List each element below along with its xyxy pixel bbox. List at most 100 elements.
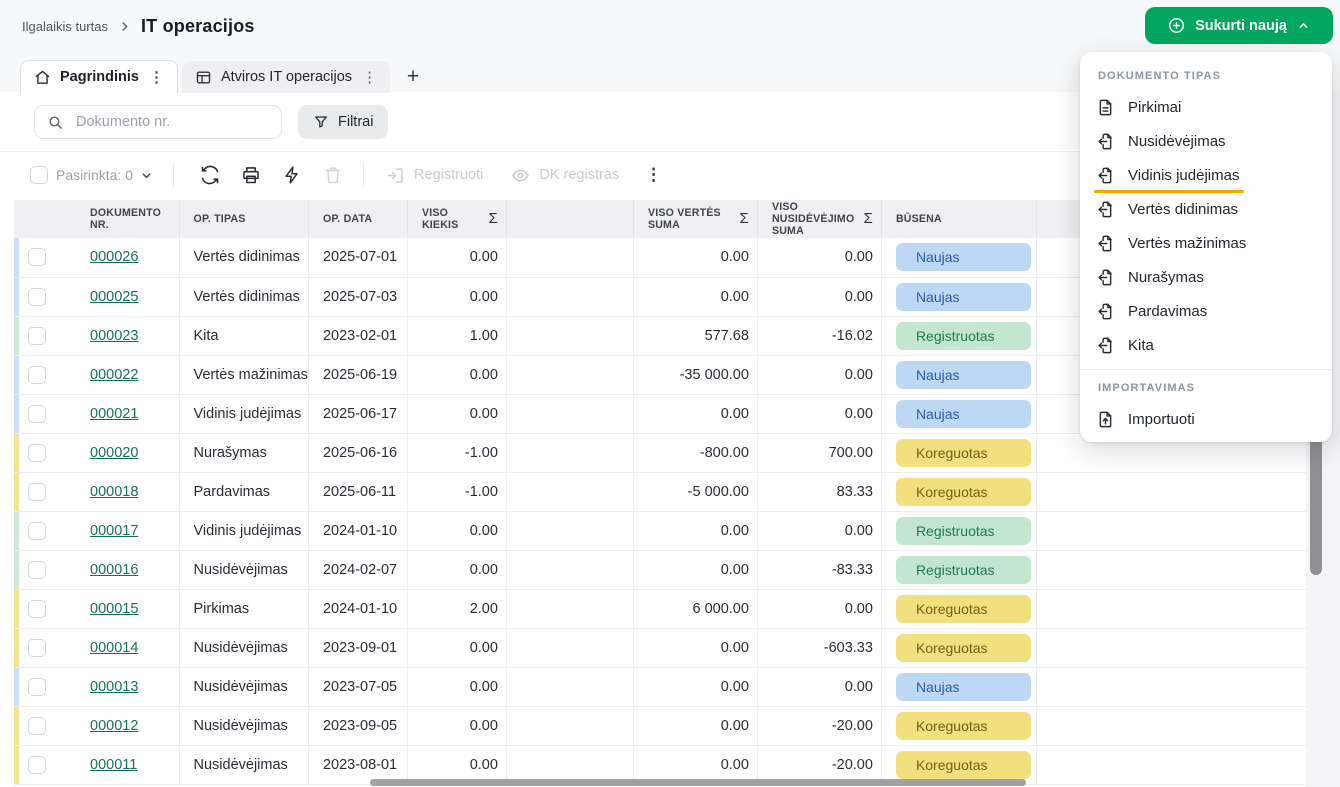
spacer-cell xyxy=(1036,472,1316,511)
op-date-cell: 2025-07-01 xyxy=(308,238,407,277)
column-header-busena[interactable]: BŪSENA xyxy=(881,200,1036,238)
menu-item-pardavimas[interactable]: Pardavimas xyxy=(1080,294,1332,328)
sum-button[interactable]: Σ xyxy=(488,213,497,225)
row-checkbox[interactable] xyxy=(28,522,46,540)
filters-button[interactable]: Filtrai xyxy=(298,105,388,139)
value-sum-cell: 0.00 xyxy=(633,667,757,706)
menu-item-nusid-v-jimas[interactable]: Nusidėvėjimas xyxy=(1080,124,1332,158)
menu-item-vert-s-ma-inimas[interactable]: Vertės mažinimas xyxy=(1080,226,1332,260)
chevron-up-icon xyxy=(1296,18,1311,33)
document-number-link[interactable]: 000017 xyxy=(90,523,138,539)
status-strip xyxy=(14,707,19,745)
gap-cell xyxy=(506,550,633,589)
document-number-link[interactable]: 000023 xyxy=(90,328,138,344)
row-checkbox[interactable] xyxy=(28,756,46,774)
status-badge: Koreguotas xyxy=(896,478,1031,506)
row-checkbox[interactable] xyxy=(28,405,46,423)
gap-cell xyxy=(506,472,633,511)
menu-item-kita[interactable]: Kita xyxy=(1080,328,1332,362)
row-checkbox[interactable] xyxy=(28,248,46,266)
row-checkbox[interactable] xyxy=(28,366,46,384)
menu-item-pirkimai[interactable]: Pirkimai xyxy=(1080,90,1332,124)
status-strip xyxy=(14,356,19,394)
document-number-link[interactable]: 000021 xyxy=(90,406,138,422)
qty-cell: 1.00 xyxy=(407,316,506,355)
column-header-nusid[interactable]: VISO NUSIDĖVĖJIMO SUMAΣ xyxy=(757,200,881,238)
chevron-down-icon[interactable] xyxy=(140,169,153,182)
row-checkbox[interactable] xyxy=(28,327,46,345)
document-number-link[interactable]: 000012 xyxy=(90,718,138,734)
status-badge: Koreguotas xyxy=(896,634,1031,662)
menu-item-nura-ymas[interactable]: Nurašymas xyxy=(1080,260,1332,294)
row-checkbox[interactable] xyxy=(28,639,46,657)
delete-button[interactable] xyxy=(321,163,345,187)
document-number-link[interactable]: 000018 xyxy=(90,484,138,500)
tab-atviros-it-operacijos[interactable]: Atviros IT operacijos ⋮ xyxy=(182,61,390,93)
dk-register-button[interactable]: DK registras xyxy=(511,166,619,185)
row-select-cell xyxy=(14,394,76,433)
qty-cell: 0.00 xyxy=(407,550,506,589)
tab-kebab-icon[interactable]: ⋮ xyxy=(362,68,377,86)
document-number-link[interactable]: 000011 xyxy=(90,757,137,773)
tab-pagrindinis[interactable]: Pagrindinis ⋮ xyxy=(20,60,178,93)
register-button[interactable]: Registruoti xyxy=(386,166,483,185)
column-header-tipas[interactable]: OP. TIPAS xyxy=(179,200,308,238)
column-header-data[interactable]: OP. DATA xyxy=(308,200,407,238)
create-new-button[interactable]: Sukurti naują xyxy=(1145,7,1333,44)
document-number-link[interactable]: 000014 xyxy=(90,640,138,656)
add-tab-button[interactable]: + xyxy=(390,61,436,93)
vertical-scrollbar-thumb[interactable] xyxy=(1310,432,1322,575)
status-badge: Naujas xyxy=(896,361,1031,389)
print-button[interactable] xyxy=(239,163,263,187)
status-badge: Naujas xyxy=(896,400,1031,428)
document-number-cell: 000026 xyxy=(76,238,179,277)
row-checkbox[interactable] xyxy=(28,483,46,501)
tab-label: Pagrindinis xyxy=(60,69,139,85)
row-select-cell xyxy=(14,550,76,589)
row-checkbox[interactable] xyxy=(28,678,46,696)
column-header-nr[interactable]: DOKUMENTO NR. xyxy=(76,200,179,238)
document-number-link[interactable]: 000015 xyxy=(90,601,138,617)
refresh-button[interactable] xyxy=(198,163,222,187)
row-checkbox[interactable] xyxy=(28,288,46,306)
spacer-cell xyxy=(1036,589,1316,628)
column-label: OP. TIPAS xyxy=(194,213,300,225)
op-type-cell: Nusidėvėjimas xyxy=(179,667,308,706)
op-type-cell: Vertės mažinimas xyxy=(179,355,308,394)
row-checkbox[interactable] xyxy=(28,600,46,618)
sum-button[interactable]: Σ xyxy=(739,213,748,225)
qty-cell: 0.00 xyxy=(407,706,506,745)
breadcrumb-root-link[interactable]: Ilgalaikis turtas xyxy=(22,19,108,34)
document-number-link[interactable]: 000020 xyxy=(90,445,138,461)
menu-item-vert-s-didinimas[interactable]: Vertės didinimas xyxy=(1080,192,1332,226)
spacer-cell xyxy=(1036,745,1316,784)
document-number-link[interactable]: 000016 xyxy=(90,562,138,578)
status-badge: Naujas xyxy=(896,243,1031,271)
column-header-kiekis[interactable]: VISO KIEKISΣ xyxy=(407,200,506,238)
select-all-checkbox[interactable] xyxy=(30,166,48,184)
document-number-link[interactable]: 000013 xyxy=(90,679,138,695)
document-number-link[interactable]: 000022 xyxy=(90,367,138,383)
horizontal-scrollbar-thumb[interactable] xyxy=(370,779,1026,786)
document-number-cell: 000020 xyxy=(76,433,179,472)
sum-button[interactable]: Σ xyxy=(863,213,872,225)
menu-item-vidinis-jud-jimas[interactable]: Vidinis judėjimas xyxy=(1080,158,1332,192)
row-checkbox[interactable] xyxy=(28,561,46,579)
column-header-verte[interactable]: VISO VERTĖS SUMAΣ xyxy=(633,200,757,238)
row-checkbox[interactable] xyxy=(28,444,46,462)
document-number-link[interactable]: 000025 xyxy=(90,289,138,305)
batch-action-button[interactable] xyxy=(280,163,304,187)
op-type-cell: Nusidėvėjimas xyxy=(179,745,308,784)
document-number-link[interactable]: 000026 xyxy=(90,249,138,265)
menu-item-importuoti[interactable]: Importuoti xyxy=(1080,402,1332,436)
tab-kebab-icon[interactable]: ⋮ xyxy=(149,68,164,86)
search-input[interactable] xyxy=(74,113,269,131)
spacer-cell xyxy=(1036,628,1316,667)
row-checkbox[interactable] xyxy=(28,717,46,735)
toolbar-kebab-button[interactable]: ⋮ xyxy=(645,165,662,185)
status-strip xyxy=(14,317,19,355)
qty-cell: 0.00 xyxy=(407,511,506,550)
file-arrow-icon xyxy=(1096,132,1115,151)
table-row: 000016Nusidėvėjimas2024-02-070.000.00-83… xyxy=(14,550,1316,589)
search-box[interactable] xyxy=(34,105,282,139)
